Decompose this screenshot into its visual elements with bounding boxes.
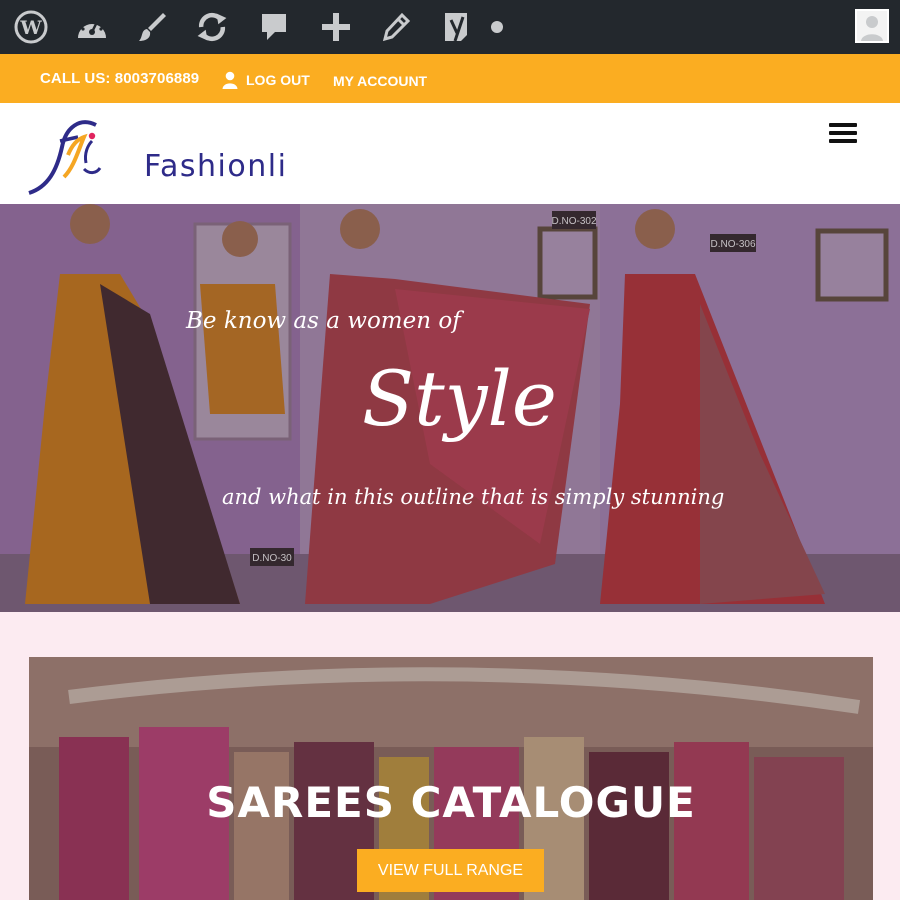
svg-text:W: W bbox=[19, 17, 42, 39]
admin-toolbar: W bbox=[0, 0, 900, 54]
logout-link[interactable]: LOG OUT bbox=[222, 71, 310, 89]
user-avatar-icon[interactable] bbox=[855, 9, 889, 43]
contact-bar: CALL US: 8003706889 LOG OUT MY ACCOUNT bbox=[0, 54, 900, 103]
brand-name: Fashionli bbox=[144, 149, 288, 184]
hamburger-menu-icon[interactable] bbox=[829, 123, 857, 145]
hero-tagline: Be know as a women of bbox=[186, 308, 461, 334]
site-header: Fashionli bbox=[0, 103, 900, 204]
yoast-seo-icon[interactable] bbox=[440, 9, 476, 45]
call-us-text[interactable]: CALL US: 8003706889 bbox=[40, 70, 199, 87]
fashionli-logo-mark bbox=[28, 120, 102, 195]
hero-headline: Style bbox=[362, 354, 557, 443]
updates-icon[interactable] bbox=[194, 9, 230, 45]
comments-icon[interactable] bbox=[256, 9, 292, 45]
new-content-icon[interactable] bbox=[318, 9, 354, 45]
wordpress-icon[interactable]: W bbox=[13, 9, 49, 45]
edit-icon[interactable] bbox=[378, 9, 414, 45]
site-logo[interactable]: Fashionli bbox=[26, 113, 306, 198]
customize-brush-icon[interactable] bbox=[134, 9, 170, 45]
dashboard-icon[interactable] bbox=[74, 9, 110, 45]
sarees-catalogue-card: SAREES CATALOGUE VIEW FULL RANGE bbox=[29, 657, 873, 900]
view-full-range-button[interactable]: VIEW FULL RANGE bbox=[357, 849, 544, 892]
my-account-link[interactable]: MY ACCOUNT bbox=[333, 73, 427, 89]
hero-banner: D.NO-30 D.NO-302 D.NO-306 Be know as a w… bbox=[0, 204, 900, 612]
hero-subline: and what in this outline that is simply … bbox=[222, 485, 725, 509]
logout-label: LOG OUT bbox=[246, 72, 310, 88]
user-icon bbox=[222, 71, 238, 89]
status-dot-icon bbox=[479, 9, 515, 45]
catalogue-title: SAREES CATALOGUE bbox=[206, 778, 696, 827]
